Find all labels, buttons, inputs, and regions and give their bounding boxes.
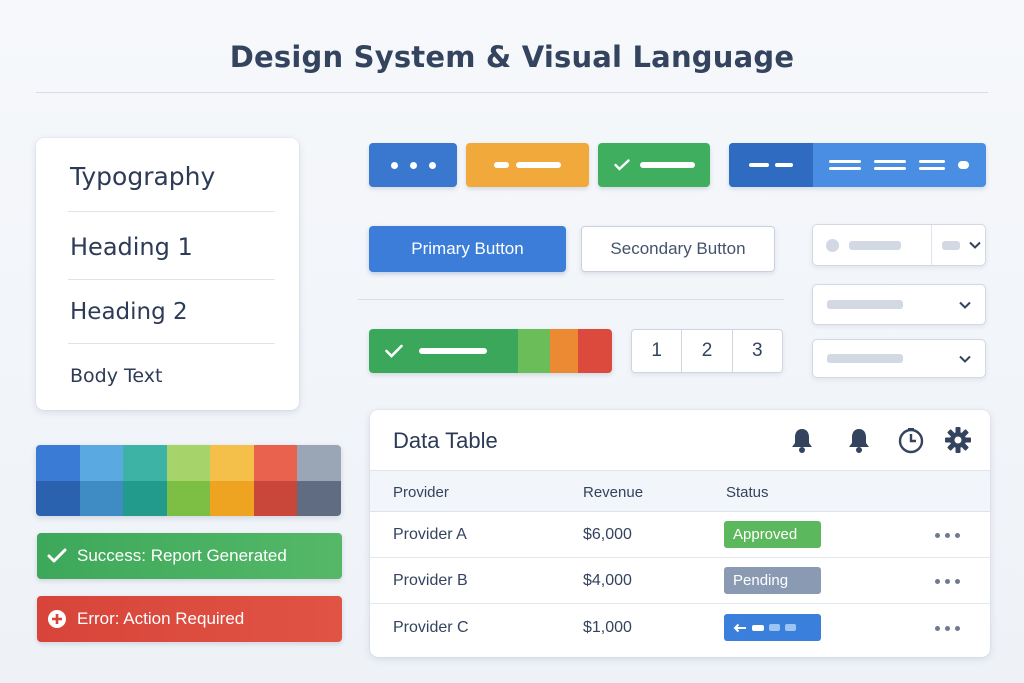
page-3-button[interactable]: 3 <box>733 330 782 372</box>
primary-button[interactable]: Primary Button <box>369 226 566 272</box>
chevron-down-icon <box>969 241 981 249</box>
checkmark-icon <box>37 548 77 564</box>
checkmark-icon <box>613 159 630 171</box>
dropdown-1[interactable] <box>812 224 986 266</box>
more-button[interactable] <box>369 143 457 187</box>
provider-cell: Provider A <box>393 526 467 543</box>
error-alert-text: Error: Action Required <box>77 609 245 628</box>
page-2-button[interactable]: 2 <box>682 330 733 372</box>
status-badge: Approved <box>724 521 821 548</box>
typography-title: Typography <box>70 162 216 191</box>
color-swatch <box>297 445 341 516</box>
status-badge: Pending <box>724 567 821 594</box>
error-plus-icon <box>37 609 77 629</box>
revenue-cell: $4,000 <box>583 572 632 589</box>
row-more-icon[interactable] <box>935 533 960 538</box>
segmented-tabs[interactable] <box>729 143 986 187</box>
heading-2-sample: Heading 2 <box>70 299 188 325</box>
error-alert: Error: Action Required <box>37 596 342 642</box>
clock-icon[interactable] <box>897 427 925 459</box>
chevron-down-icon <box>959 355 971 363</box>
tab-active[interactable] <box>729 143 813 187</box>
color-swatch <box>79 445 124 516</box>
success-alert: Success: Report Generated <box>37 533 342 579</box>
data-table-card: Data Table Provider Revenue Status Provi… <box>370 410 990 657</box>
color-palette <box>36 445 341 516</box>
dropdown-3[interactable] <box>812 339 986 378</box>
secondary-button[interactable]: Secondary Button <box>581 226 775 272</box>
heading-1-sample: Heading 1 <box>70 233 193 261</box>
table-title: Data Table <box>393 428 498 453</box>
checkmark-icon <box>385 344 403 358</box>
page-1-button[interactable]: 1 <box>632 330 683 372</box>
row-more-icon[interactable] <box>935 626 960 631</box>
table-row[interactable]: Provider B $4,000 Pending <box>370 558 990 604</box>
color-swatch <box>123 445 167 516</box>
typography-card: Typography Heading 1 Heading 2 Body Text <box>36 138 299 410</box>
color-swatch <box>210 445 254 516</box>
color-swatch <box>253 445 298 516</box>
table-header-row: Provider Revenue Status <box>370 470 990 512</box>
revenue-cell: $6,000 <box>583 526 632 543</box>
column-header-status[interactable]: Status <box>726 484 769 501</box>
warning-button[interactable] <box>466 143 589 187</box>
column-header-revenue[interactable]: Revenue <box>583 484 643 501</box>
column-header-provider[interactable]: Provider <box>393 484 449 501</box>
chevron-down-icon <box>959 301 971 309</box>
color-swatch <box>36 445 80 516</box>
status-badge <box>724 614 821 641</box>
table-row[interactable]: Provider C $1,000 <box>370 604 990 650</box>
bell-icon[interactable] <box>789 426 815 458</box>
section-divider <box>358 299 784 300</box>
dropdown-2[interactable] <box>812 284 986 325</box>
provider-cell: Provider B <box>393 572 468 589</box>
table-row[interactable]: Provider A $6,000 Approved <box>370 512 990 558</box>
arrow-left-icon <box>733 623 746 632</box>
divider <box>68 279 275 280</box>
divider <box>68 343 275 344</box>
gear-icon[interactable] <box>944 426 972 458</box>
revenue-cell: $1,000 <box>583 619 632 636</box>
provider-cell: Provider C <box>393 619 469 636</box>
color-swatch <box>166 445 211 516</box>
pagination: 1 2 3 <box>631 329 783 373</box>
confirm-button[interactable] <box>598 143 710 187</box>
title-divider <box>36 92 988 93</box>
divider <box>68 211 275 212</box>
progress-strip <box>369 329 612 373</box>
page-title: Design System & Visual Language <box>229 40 795 74</box>
success-alert-text: Success: Report Generated <box>77 546 287 565</box>
bell-icon[interactable] <box>846 426 872 458</box>
body-text-sample: Body Text <box>70 365 163 387</box>
row-more-icon[interactable] <box>935 579 960 584</box>
